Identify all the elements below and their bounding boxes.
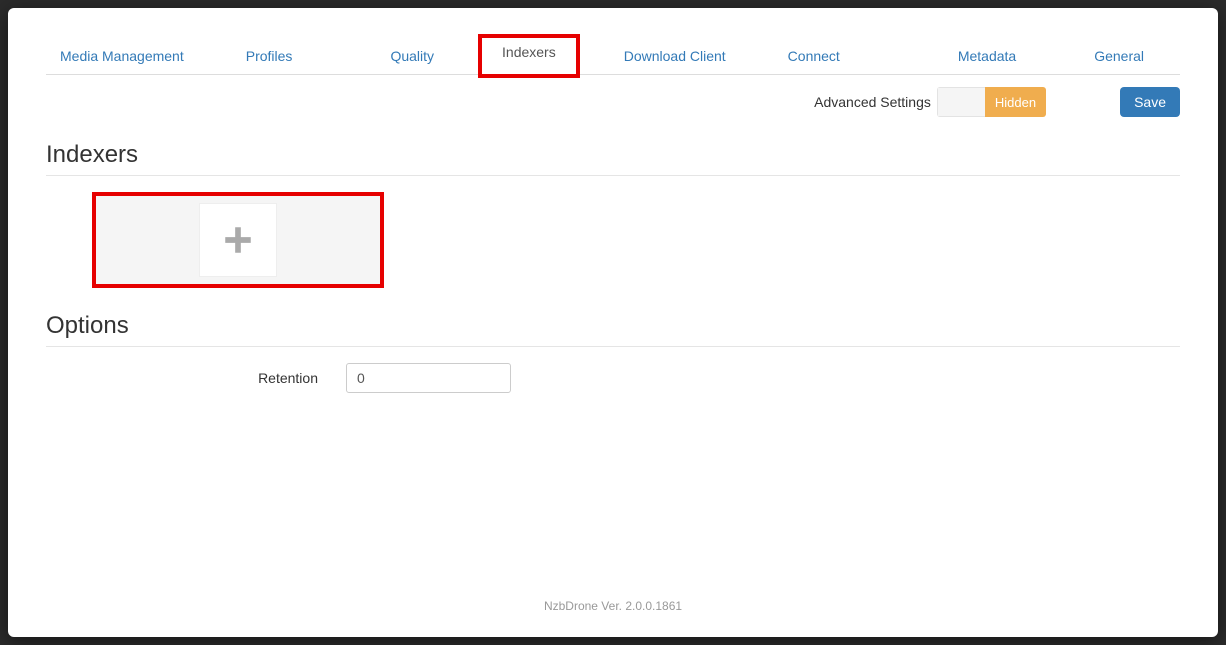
toolbar: Advanced Settings Hidden Save: [46, 87, 1180, 117]
tab-quality[interactable]: Quality: [376, 38, 448, 74]
toggle-shown-slot: [937, 87, 985, 117]
advanced-settings-label: Advanced Settings: [814, 94, 931, 110]
save-button[interactable]: Save: [1120, 87, 1180, 117]
add-indexer-card[interactable]: [96, 196, 380, 284]
content-area: Indexers Options Retention: [46, 141, 1180, 589]
tab-download-client[interactable]: Download Client: [610, 38, 740, 74]
tab-general[interactable]: General: [1080, 38, 1158, 74]
plus-icon: [221, 223, 255, 257]
retention-input[interactable]: [346, 363, 511, 393]
tab-media-management[interactable]: Media Management: [46, 38, 198, 74]
tab-metadata[interactable]: Metadata: [944, 38, 1030, 74]
add-indexer-button[interactable]: [199, 203, 277, 277]
tab-indexers[interactable]: Indexers: [478, 34, 580, 78]
advanced-settings-toggle[interactable]: Hidden: [937, 87, 1046, 117]
add-indexer-highlight: [92, 192, 384, 288]
settings-window: Media Management Profiles Quality Indexers D…: [8, 8, 1218, 637]
tab-connect[interactable]: Connect: [774, 38, 854, 74]
toggle-hidden-slot: Hidden: [985, 87, 1046, 117]
retention-label: Retention: [46, 370, 346, 386]
footer-version: NzbDrone Ver. 2.0.0.1861: [46, 589, 1180, 617]
options-heading: Options: [46, 312, 1180, 347]
retention-row: Retention: [46, 363, 1180, 393]
settings-tabs: Media ManagementProfilesQualityIndexersD…: [46, 38, 1180, 75]
tab-profiles[interactable]: Profiles: [232, 38, 307, 74]
indexers-heading: Indexers: [46, 141, 1180, 176]
